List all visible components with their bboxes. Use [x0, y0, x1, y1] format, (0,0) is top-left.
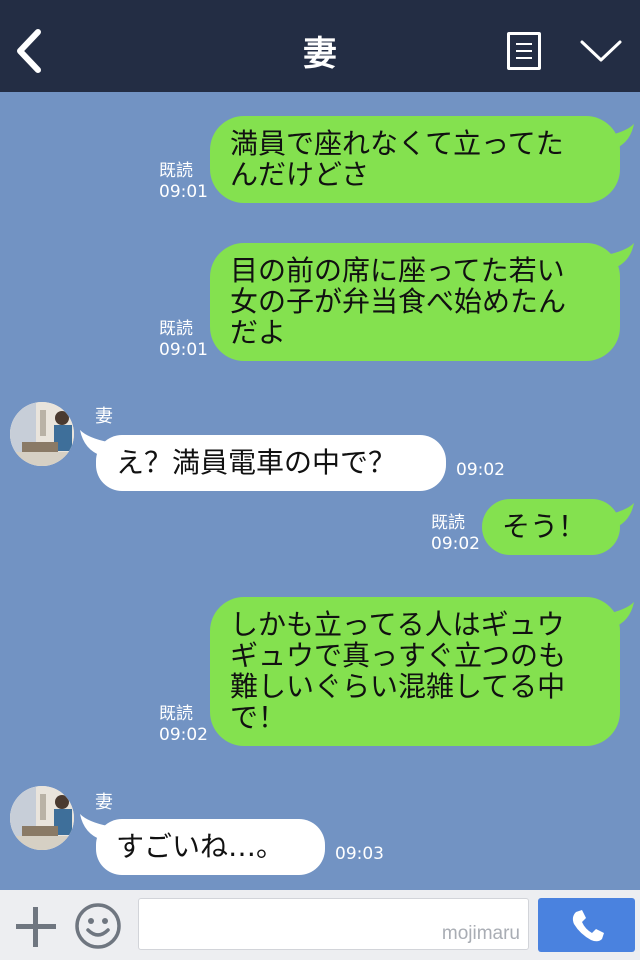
message-line: だよ: [230, 316, 287, 349]
call-button[interactable]: [538, 898, 635, 952]
message-time: 09:03: [335, 844, 384, 864]
smiley-icon[interactable]: [74, 902, 122, 950]
avatar-image: [10, 402, 74, 466]
message-list[interactable]: 満員で座れなくて立ってた んだけどさ 既読 09:01 目の前の席に座ってた若い…: [0, 92, 640, 890]
message-line: しかも立ってる人はギュウ: [230, 608, 565, 641]
message-time: 09:01: [159, 340, 208, 360]
message-line: んだけどさ: [230, 158, 370, 191]
message-line: 難しいぐらい混雑してる中: [230, 670, 566, 703]
plus-icon[interactable]: [14, 905, 58, 949]
message-line: そう！: [502, 510, 587, 543]
message-bubble: しかも立ってる人はギュウ ギュウで真っすぐ立つのも 難しいぐらい混雑してる中 で…: [210, 597, 620, 746]
message-line: すごいね…。: [116, 830, 285, 863]
sender-name: 妻: [95, 406, 113, 427]
message-line: ギュウで真っすぐ立つのも: [230, 639, 567, 672]
notes-icon[interactable]: [507, 32, 541, 70]
message-line: 満員で座れなくて立ってた: [230, 127, 564, 160]
message-line: で！: [230, 701, 287, 734]
read-receipt: 既読: [159, 161, 193, 181]
message-line: え？満員電車の中で？: [116, 446, 397, 479]
message-bubble: そう！: [482, 499, 620, 555]
message-time: 09:01: [159, 182, 208, 202]
message-meta: 既読 09:02: [159, 704, 208, 746]
sender-name: 妻: [95, 792, 113, 813]
phone-icon: [572, 910, 604, 942]
avatar[interactable]: [10, 402, 74, 466]
watermark-text: mojimaru: [441, 923, 520, 944]
message-meta: 既読 09:01: [159, 161, 208, 203]
message-meta: 既読 09:02: [431, 513, 480, 555]
message-line: 女の子が弁当食べ始めたん: [230, 285, 567, 318]
chat-title: 妻: [303, 34, 337, 74]
read-receipt: 既読: [159, 319, 193, 339]
message-line: 目の前の席に座ってた若い: [230, 254, 565, 287]
message-bubble: 満員で座れなくて立ってた んだけどさ: [210, 116, 620, 203]
message-time: 09:02: [159, 725, 208, 745]
message-meta: 既読 09:01: [159, 319, 208, 361]
message-input[interactable]: mojimaru: [138, 898, 529, 950]
chevron-down-icon[interactable]: [578, 36, 624, 66]
avatar[interactable]: [10, 786, 74, 850]
message-time: 09:02: [456, 460, 505, 480]
read-receipt: 既読: [431, 513, 465, 533]
message-time: 09:02: [431, 534, 480, 554]
message-bubble: え？満員電車の中で？: [96, 435, 446, 491]
avatar-image: [10, 786, 74, 850]
message-bubble: すごいね…。: [96, 819, 325, 875]
read-receipt: 既読: [159, 704, 193, 724]
chat-header: 妻: [0, 0, 640, 92]
message-bubble: 目の前の席に座ってた若い 女の子が弁当食べ始めたん だよ: [210, 243, 620, 361]
